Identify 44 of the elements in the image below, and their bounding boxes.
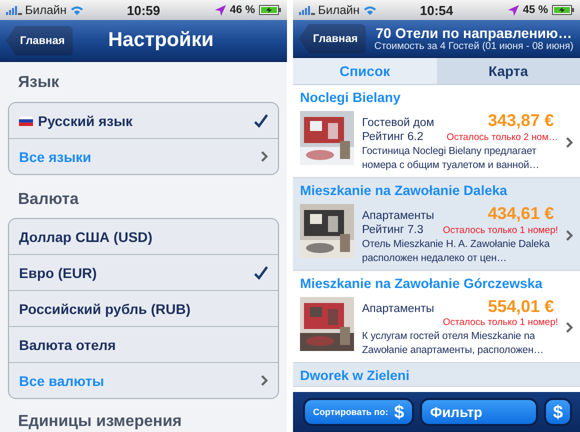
back-button[interactable]: Главная: [299, 24, 366, 54]
hotel-rating: Рейтинг 6.2: [362, 131, 424, 143]
sort-button[interactable]: Сортировать по: $: [303, 398, 414, 426]
back-button[interactable]: Главная: [6, 26, 73, 56]
hotel-description: Гостиница Noclegi Bielany предлагает номера с общим туалетом и ванной…: [362, 145, 540, 173]
availability-note: Осталось только 2 ном…: [446, 132, 558, 143]
hotel-name[interactable]: Noclegi Bielany: [300, 87, 573, 108]
hotel-description: К услугам гостей отеля Mieszkanie na Zawołanie апартаменты, расположен…: [362, 330, 545, 358]
hotel-price: 343,87 €: [488, 111, 554, 131]
carrier-name: Билайн: [318, 3, 360, 17]
dollar-icon: $: [394, 402, 404, 422]
settings-option-row[interactable]: Евро (EUR): [9, 254, 278, 290]
hotel-name[interactable]: Mieszkanie na Zawołanie Górczewska: [300, 273, 573, 294]
tab[interactable]: Список: [293, 58, 436, 84]
hotel-rating: Рейтинг 7.3: [362, 224, 424, 236]
hotel-price: 434,61 €: [488, 204, 554, 224]
hotel-type: Гостевой дом: [362, 117, 434, 129]
settings-option-row[interactable]: Русский язык: [9, 103, 278, 138]
clock-time: 10:54: [420, 2, 454, 18]
nav-subtitle: Стоимость за 4 Гостей (01 июня - 08 июня): [374, 41, 574, 52]
settings-option-row[interactable]: Доллар США (USD): [9, 219, 278, 254]
hotel-price: 554,01 €: [488, 297, 554, 317]
currency-button[interactable]: $: [544, 398, 572, 426]
tab[interactable]: Карта: [436, 58, 580, 84]
nav-title: Настройки: [108, 29, 214, 52]
settings-option-row[interactable]: Российский рубль (RUB): [9, 290, 278, 326]
availability-note: Осталось только 1 номер!: [442, 317, 558, 328]
clock-time: 10:59: [126, 2, 160, 18]
carrier-name: Билайн: [25, 3, 67, 17]
section-header: Язык: [17, 73, 60, 93]
settings-link-row[interactable]: Все языки: [9, 138, 278, 174]
hotel-type: Апартаменты: [362, 303, 434, 315]
section-header: Валюта: [17, 190, 80, 210]
battery-percent: 45 %: [522, 4, 548, 16]
hotel-description: Отель Mieszkanie H. A. Zawołanie Daleka расположен недалеко от цен…: [362, 238, 551, 266]
battery-percent: 46 %: [230, 4, 255, 16]
settings-option-row[interactable]: Валюта отеля: [9, 326, 278, 362]
section-header: Единицы измерения: [17, 412, 183, 431]
settings-link-row[interactable]: Все валюты: [9, 362, 278, 398]
availability-note: Осталось только 1 номер!: [442, 225, 558, 236]
hotel-name[interactable]: Mieszkanie na Zawołanie Daleka: [300, 180, 573, 201]
filter-button[interactable]: Фильтр: [420, 398, 538, 426]
nav-title: 70 Отели по направлению…: [376, 25, 572, 41]
hotel-type: Апартаменты: [362, 210, 434, 222]
